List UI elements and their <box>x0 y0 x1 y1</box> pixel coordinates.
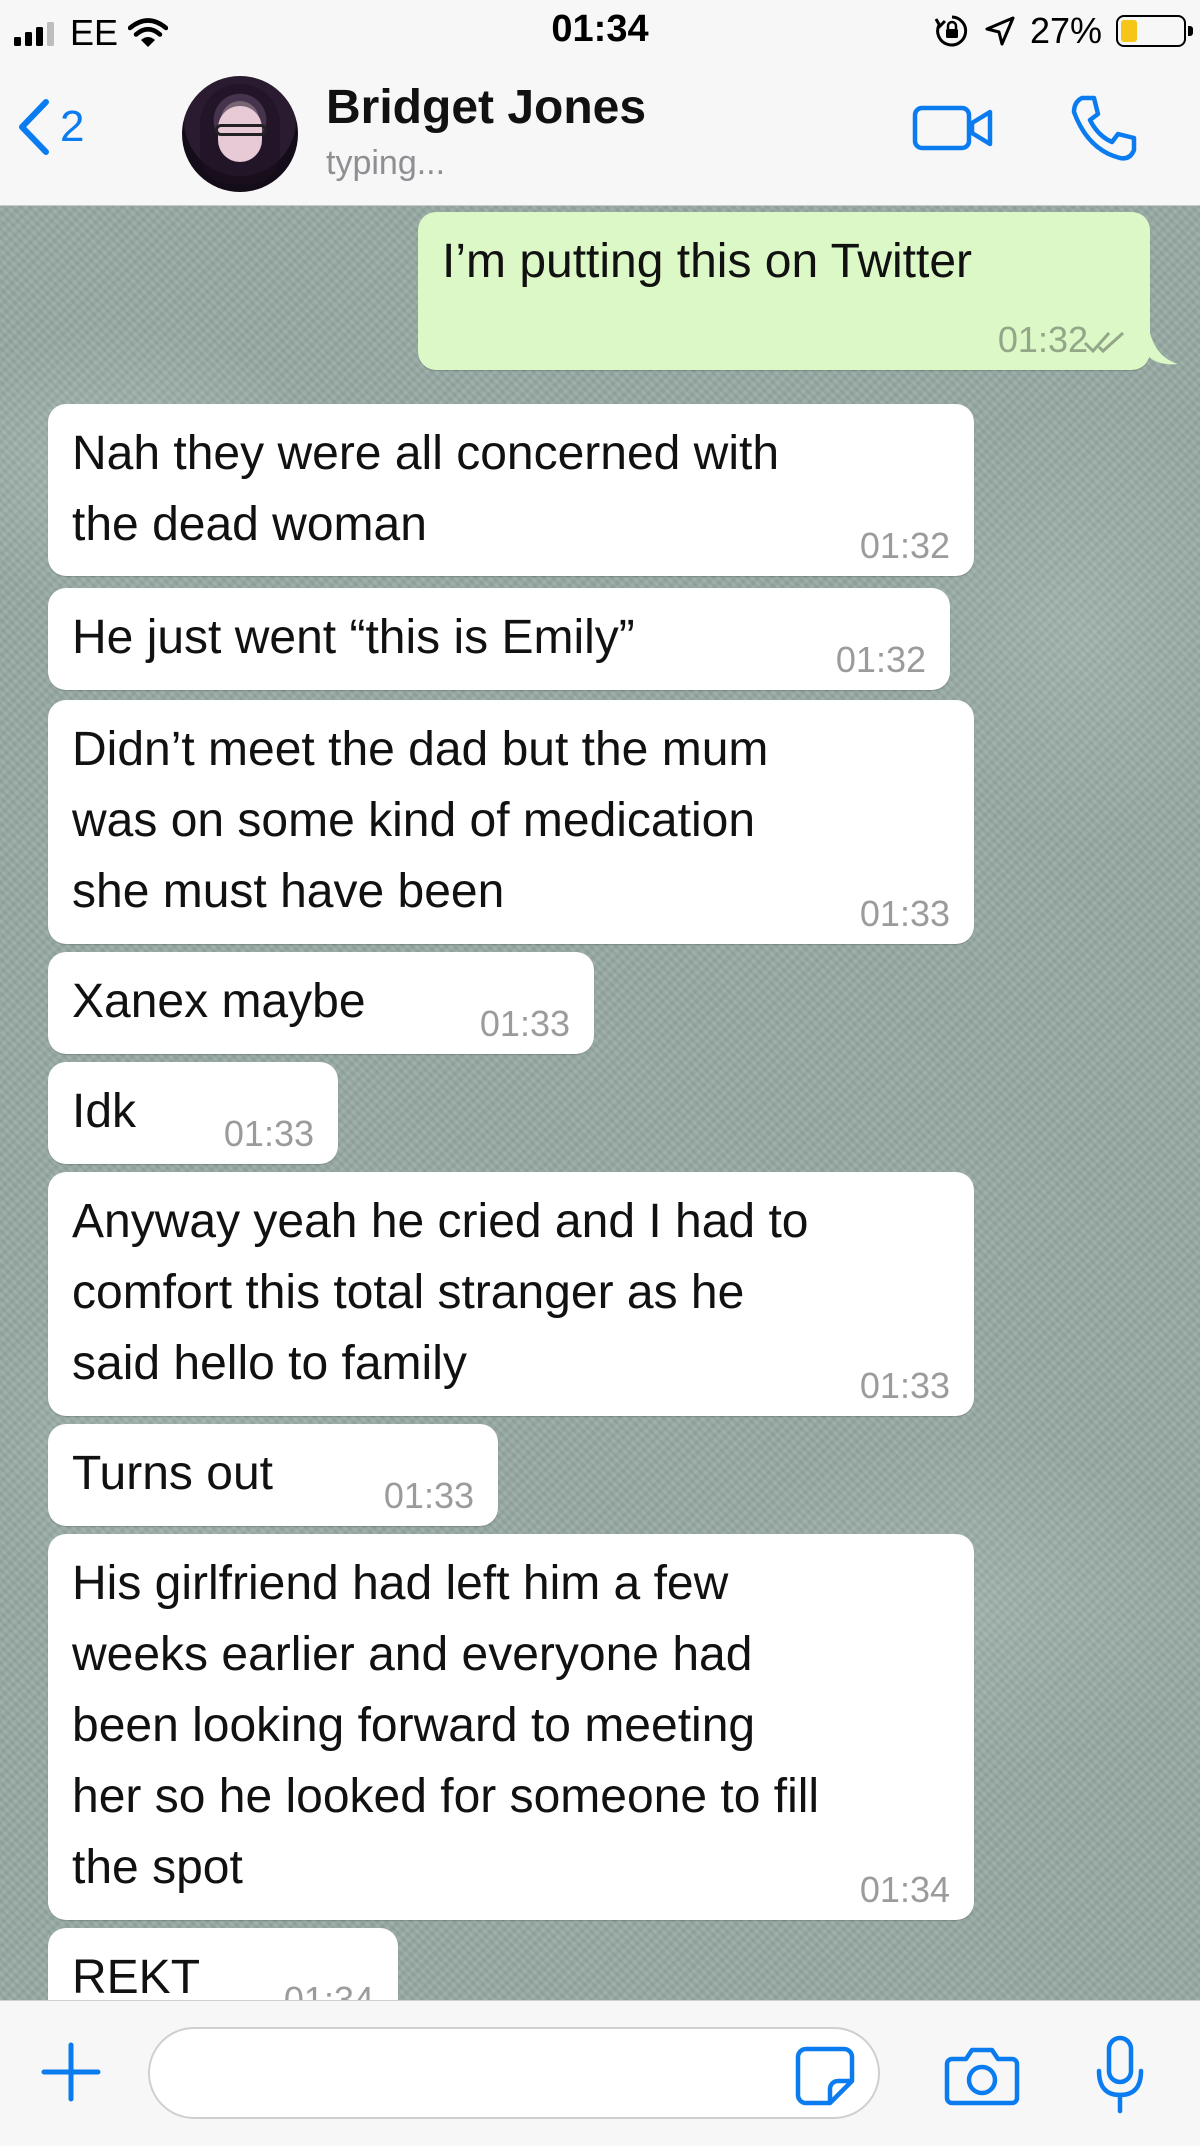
message-text: He just went “this is Emily” <box>72 611 635 664</box>
message-time: 01:33 <box>223 1113 314 1154</box>
camera-icon <box>944 2047 1020 2106</box>
message-composer <box>0 2000 1200 2146</box>
message-incoming[interactable]: REKT 01:34 <box>48 1928 398 2000</box>
message-time: 01:33 <box>383 1475 474 1516</box>
sticker-icon <box>795 2046 855 2106</box>
contact-status: typing... <box>326 144 446 182</box>
message-incoming[interactable]: Turns out 01:33 <box>48 1424 498 1526</box>
unread-count: 2 <box>60 102 85 151</box>
bubble-tail <box>1148 322 1178 365</box>
location-arrow-icon <box>985 16 1015 46</box>
message-incoming[interactable]: Xanex maybe 01:33 <box>48 952 594 1054</box>
message-outgoing[interactable]: I’m putting this on Twitter 01:32 <box>418 212 1150 370</box>
mic-button[interactable] <box>1094 2035 1146 2120</box>
message-incoming[interactable]: He just went “this is Emily” 01:32 <box>48 588 950 690</box>
rotation-lock-icon <box>934 15 968 47</box>
battery-percent: 27% <box>1029 10 1102 51</box>
chat-header: 2 Bridget Jones typing... <box>0 66 1200 206</box>
microphone-icon <box>1096 2035 1144 2114</box>
chat-area[interactable]: I’m putting this on Twitter 01:32 Nah th… <box>0 206 1200 2000</box>
plus-icon <box>41 2042 101 2102</box>
video-call-button[interactable] <box>912 102 994 159</box>
voice-call-button[interactable] <box>1068 92 1140 169</box>
message-time: 01:33 <box>859 893 950 934</box>
message-incoming[interactable]: Nah they were all concerned with the dea… <box>48 404 974 576</box>
message-time: 01:34 <box>859 1869 950 1910</box>
status-right: 27% <box>934 10 1193 52</box>
message-time: 01:32 <box>835 639 926 680</box>
message-text: Nah they were all concerned with the dea… <box>72 427 780 551</box>
video-camera-icon <box>912 105 993 151</box>
battery-icon <box>1116 15 1193 47</box>
message-time: 01:32 <box>859 525 950 566</box>
chevron-left-icon <box>19 99 49 155</box>
attach-button[interactable] <box>38 2039 104 2110</box>
message-time: 01:33 <box>859 1365 950 1406</box>
message-incoming[interactable]: Anyway yeah he cried and I had to comfor… <box>48 1172 974 1416</box>
message-text: His girlfriend had left him a few weeks … <box>72 1557 820 1894</box>
message-time: 01:34 <box>283 1979 374 2001</box>
message-text: Didn’t meet the dad but the mum was on s… <box>72 723 769 918</box>
message-incoming[interactable]: His girlfriend had left him a few weeks … <box>48 1534 974 1920</box>
sticker-button[interactable] <box>794 2045 856 2112</box>
camera-button[interactable] <box>944 2045 1020 2112</box>
phone-icon <box>1071 95 1137 161</box>
message-incoming[interactable]: Idk 01:33 <box>48 1062 338 1164</box>
avatar[interactable] <box>182 76 298 192</box>
message-input[interactable] <box>148 2027 880 2119</box>
message-incoming[interactable]: Didn’t meet the dad but the mum was on s… <box>48 700 974 944</box>
status-bar: EE 01:34 27% <box>0 0 1200 66</box>
back-button[interactable]: 2 <box>16 98 84 156</box>
message-time: 01:32 <box>997 319 1088 360</box>
read-receipt-icon <box>1083 331 1125 354</box>
message-time: 01:33 <box>479 1003 570 1044</box>
message-text: Anyway yeah he cried and I had to comfor… <box>72 1195 809 1390</box>
message-text: I’m putting this on Twitter <box>442 235 973 288</box>
contact-name[interactable]: Bridget Jones <box>326 80 646 135</box>
